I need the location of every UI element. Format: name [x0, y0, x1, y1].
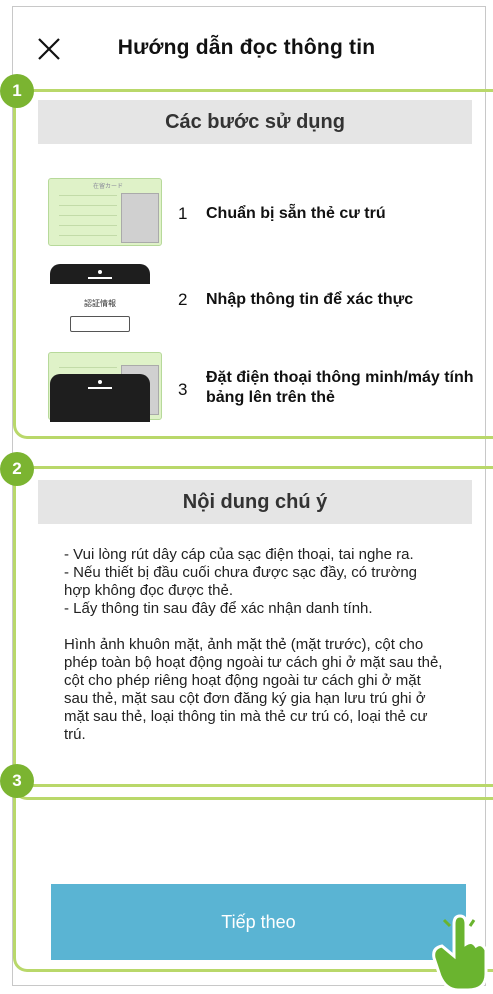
step-1: 在留カード 1 Chuẩn bị sẵn thẻ cư trú: [38, 176, 478, 248]
section-3-badge: 3: [0, 764, 34, 798]
step-3-text: Đặt điện thoại thông minh/máy tính bảng …: [206, 369, 474, 406]
step-1-number: 1: [178, 204, 188, 223]
phone-input-icon: 認証情報: [38, 262, 162, 334]
section-1-title: Các bước sử dụng: [38, 100, 472, 144]
step-1-text: Chuẩn bị sẵn thẻ cư trú: [206, 205, 386, 222]
residence-card-icon: 在留カード: [38, 176, 162, 248]
step-2-number: 2: [178, 290, 188, 309]
step-2: 認証情報 2 Nhập thông tin để xác thực: [38, 262, 478, 334]
step-3: 3 Đặt điện thoại thông minh/máy tính bản…: [38, 350, 478, 422]
tap-hand-icon: [432, 914, 488, 992]
phone-label: 認証情報: [84, 299, 116, 308]
section-1-badge: 1: [0, 74, 34, 108]
step-3-number: 3: [178, 380, 188, 399]
section-2-badge: 2: [0, 452, 34, 486]
notes-text: - Vui lòng rút dây cáp của sạc điện thoạ…: [64, 546, 443, 743]
page-title: Hướng dẫn đọc thông tin: [117, 36, 376, 59]
next-button[interactable]: Tiếp theo: [51, 884, 466, 960]
card-label: 在留カード: [93, 184, 124, 190]
section-2-title: Nội dung chú ý: [38, 480, 472, 524]
step-2-text: Nhập thông tin để xác thực: [206, 291, 414, 308]
phone-on-card-icon: [38, 350, 162, 422]
